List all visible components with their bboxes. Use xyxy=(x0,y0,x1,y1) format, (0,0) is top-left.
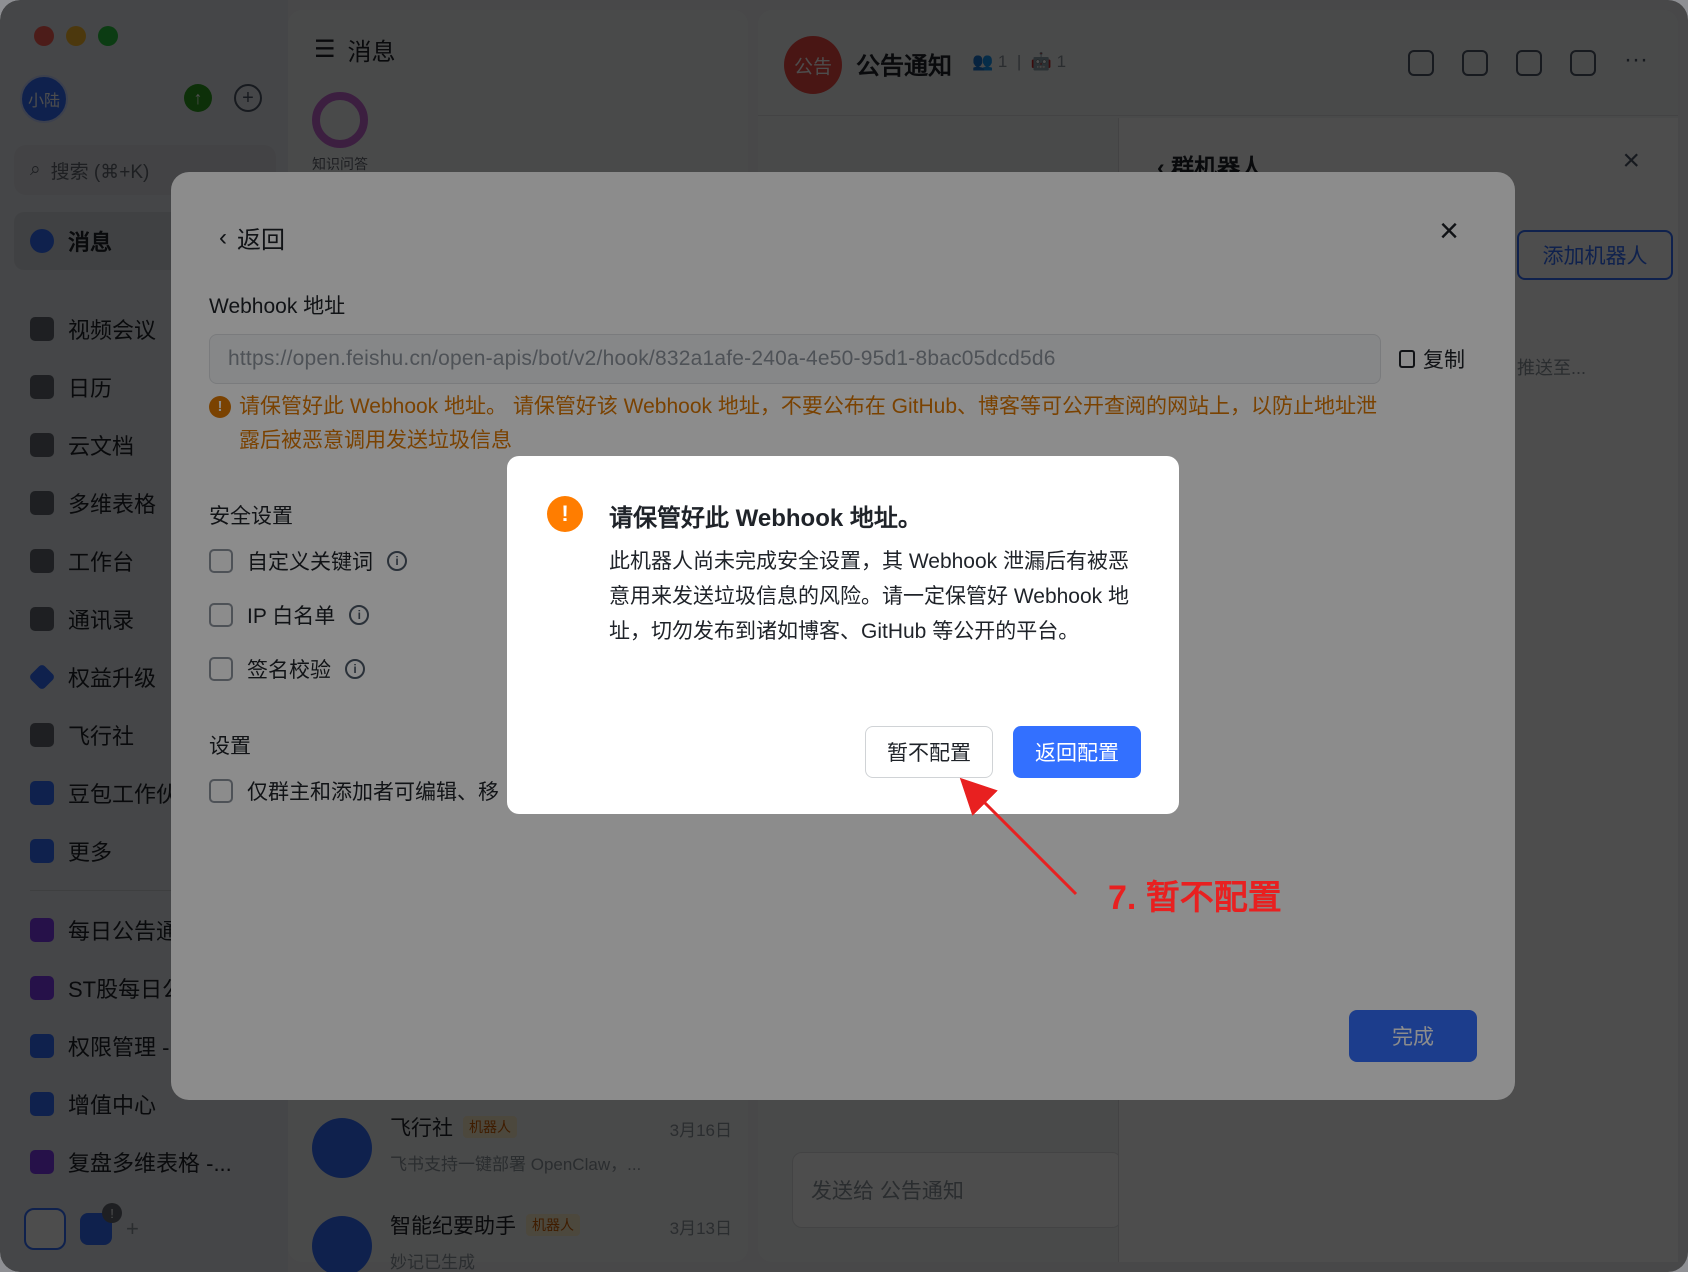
alert-title: 请保管好此 Webhook 地址。 xyxy=(609,505,922,532)
skip-config-button[interactable]: 暂不配置 xyxy=(865,726,993,778)
app-window: 小陆 ↑ + ⌕ 搜索 (⌘+K) 消息 视频会议 日历 云文档 多维表格 工作… xyxy=(0,0,1688,1272)
annotation-label: 7. 暂不配置 xyxy=(1108,879,1282,917)
warning-icon: ! xyxy=(547,496,583,532)
return-config-button[interactable]: 返回配置 xyxy=(1013,726,1141,778)
security-alert-dialog: ! 请保管好此 Webhook 地址。 此机器人尚未完成安全设置，其 Webho… xyxy=(507,456,1179,814)
alert-body: 此机器人尚未完成安全设置，其 Webhook 泄漏后有被恶意用来发送垃圾信息的风… xyxy=(609,550,1130,643)
